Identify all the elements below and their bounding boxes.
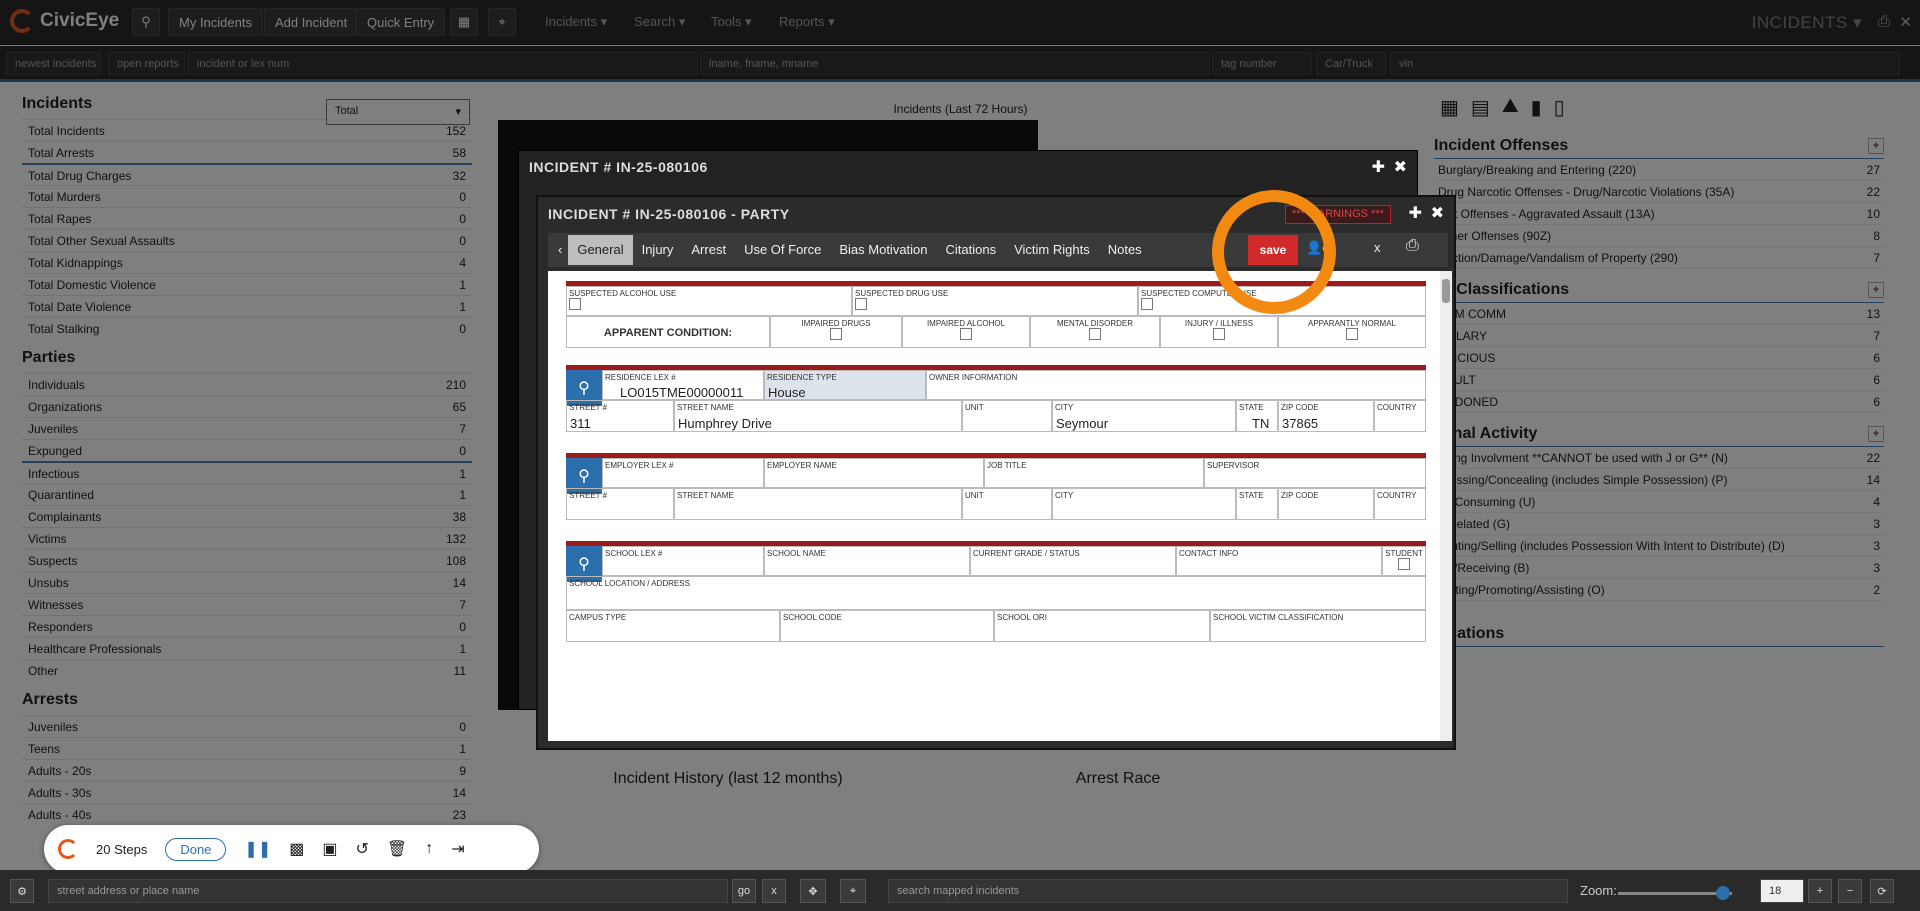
map-bottom-bar: ⚙ street address or place name go x ✥ ⌖ … (0, 870, 1920, 911)
residence-lex-field[interactable]: LO015TME00000011 (620, 385, 743, 400)
party-window-title: INCIDENT # IN-25-080106 - PARTY (548, 206, 790, 222)
zoom-slider[interactable] (1618, 886, 1732, 900)
tab-notes[interactable]: Notes (1099, 235, 1151, 265)
close-icon[interactable]: ✖ (1394, 157, 1407, 177)
tab-arrest[interactable]: Arrest (682, 235, 735, 265)
school-ori-field[interactable]: SCHOOL ORI (994, 610, 1210, 642)
highlight-ring (1212, 190, 1336, 314)
street-name-field[interactable]: Humphrey Drive (678, 416, 772, 431)
zoom-slider-handle[interactable] (1716, 886, 1730, 900)
employer-unit-field[interactable]: UNIT (962, 488, 1052, 520)
unit-field[interactable]: UNIT (962, 400, 1052, 432)
undo-icon[interactable]: ↺ (355, 839, 368, 859)
computer-checkbox[interactable] (1141, 298, 1153, 310)
state-field[interactable]: TN (1252, 416, 1269, 431)
mapped-incidents-input[interactable]: search mapped incidents (888, 879, 1568, 903)
job-title-field[interactable]: JOB TITLE (984, 458, 1204, 488)
employer-lex-field[interactable]: EMPLOYER LEX # (602, 458, 764, 488)
settings-icon[interactable]: ⚙ (10, 879, 34, 903)
impaired-alcohol-checkbox[interactable] (960, 328, 972, 340)
tab-general[interactable]: General (568, 235, 633, 265)
pause-icon[interactable]: ❚❚ (244, 839, 271, 859)
maximize-icon[interactable]: ✚ (1409, 203, 1422, 223)
maximize-icon[interactable]: ✚ (1372, 157, 1385, 177)
student-checkbox[interactable] (1398, 558, 1410, 570)
city-field[interactable]: Seymour (1056, 416, 1108, 431)
general-form: SUSPECTED ALCOHOL USE SUSPECTED DRUG USE… (548, 271, 1452, 741)
upload-icon[interactable]: ↑ (425, 840, 433, 858)
school-name-field[interactable]: SCHOOL NAME (764, 546, 970, 576)
blur-icon[interactable]: ▩ (289, 839, 304, 859)
tab-bias-motivation[interactable]: Bias Motivation (830, 235, 936, 265)
injury-checkbox[interactable] (1213, 328, 1225, 340)
form-scrollbar[interactable] (1440, 271, 1452, 741)
supervisor-field[interactable]: SUPERVISOR (1204, 458, 1426, 488)
drug-checkbox[interactable] (855, 298, 867, 310)
employer-street-field[interactable]: STREET NAME (674, 488, 962, 520)
school-location-field[interactable]: SCHOOL LOCATION / ADDRESS (566, 576, 1426, 610)
crosshair-icon[interactable]: ✥ (800, 879, 826, 903)
tab-victim-rights[interactable]: Victim Rights (1005, 235, 1099, 265)
skip-icon[interactable]: ⇥ (451, 839, 464, 859)
employer-country-field[interactable]: COUNTRY (1374, 488, 1426, 520)
country-field[interactable]: COUNTRY (1374, 400, 1426, 432)
close-x-button[interactable]: x (1374, 240, 1381, 255)
steps-recorder: 20 Steps Done ❚❚ ▩ ▣ ↺ 🗑 ↑ ⇥ (44, 825, 539, 873)
employer-name-field[interactable]: EMPLOYER NAME (764, 458, 984, 488)
grade-status-field[interactable]: CURRENT GRADE / STATUS (970, 546, 1176, 576)
zoom-value-input[interactable]: 18 (1760, 879, 1804, 903)
impaired-drugs-checkbox[interactable] (830, 328, 842, 340)
zoom-out-icon[interactable]: − (1838, 879, 1862, 903)
logo-mark-icon (58, 839, 78, 859)
zip-field[interactable]: 37865 (1282, 416, 1318, 431)
refresh-icon[interactable]: ⟳ (1870, 879, 1894, 903)
incident-window-title: INCIDENT # IN-25-080106 (529, 159, 708, 175)
tab-use-of-force[interactable]: Use Of Force (735, 235, 830, 265)
address-search-input[interactable]: street address or place name (48, 879, 728, 903)
apparent-condition-label: APPARENT CONDITION: (566, 316, 770, 348)
employer-state-field[interactable]: STATE (1236, 488, 1278, 520)
contact-info-field[interactable]: CONTACT INFO (1176, 546, 1382, 576)
go-button[interactable]: go (732, 879, 756, 903)
residence-type-field[interactable]: House (768, 385, 806, 400)
school-lex-field[interactable]: SCHOOL LEX # (602, 546, 764, 576)
image-icon[interactable]: ▣ (322, 839, 337, 859)
close-icon[interactable]: ✖ (1431, 203, 1444, 223)
campus-type-field[interactable]: CAMPUS TYPE (566, 610, 780, 642)
trash-icon[interactable]: 🗑 (387, 839, 407, 859)
apparently-normal-checkbox[interactable] (1346, 328, 1358, 340)
employer-street-number-field[interactable]: STREET # (566, 488, 674, 520)
tab-injury[interactable]: Injury (633, 235, 683, 265)
zoom-label: Zoom: (1580, 883, 1617, 898)
employer-city-field[interactable]: CITY (1052, 488, 1236, 520)
street-number-field[interactable]: 311 (570, 416, 591, 431)
clear-button[interactable]: x (762, 879, 786, 903)
alcohol-checkbox[interactable] (569, 298, 581, 310)
owner-info-field[interactable]: OWNER INFORMATION (926, 370, 1426, 400)
tab-citations[interactable]: Citations (937, 235, 1006, 265)
steps-count: 20 Steps (96, 841, 148, 857)
tab-prev-icon[interactable]: ‹ (552, 235, 568, 265)
school-code-field[interactable]: SCHOOL CODE (780, 610, 994, 642)
done-button[interactable]: Done (165, 837, 227, 861)
print-icon[interactable]: ⎙ (1406, 237, 1419, 255)
victim-classification-field[interactable]: SCHOOL VICTIM CLASSIFICATION (1210, 610, 1426, 642)
zoom-in-icon[interactable]: + (1808, 879, 1832, 903)
employer-zip-field[interactable]: ZIP CODE (1278, 488, 1374, 520)
mental-disorder-checkbox[interactable] (1089, 328, 1101, 340)
map-pin-icon[interactable]: ⌖ (840, 879, 866, 903)
